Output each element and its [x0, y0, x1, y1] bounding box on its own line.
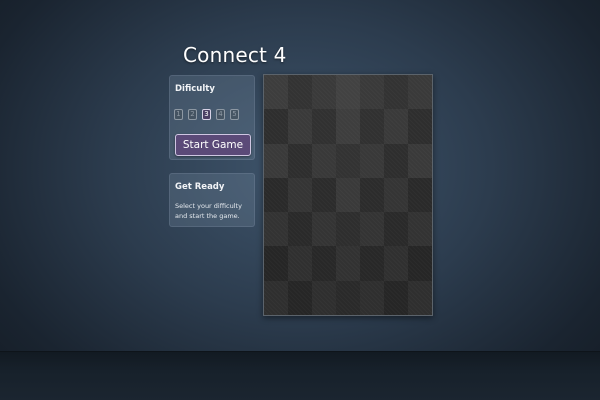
difficulty-level-2[interactable]: 2 [188, 109, 197, 120]
board-cell[interactable] [264, 109, 288, 144]
board-cell[interactable] [264, 177, 288, 213]
board-cell[interactable] [360, 280, 384, 315]
board-cell[interactable] [288, 246, 312, 281]
board-cell[interactable] [384, 109, 408, 144]
board-cell[interactable] [384, 75, 408, 110]
board-cell[interactable] [288, 212, 312, 247]
game-title: Connect 4 [183, 43, 287, 67]
difficulty-panel: Dificulty 1 2 3 4 5 Start Game [169, 75, 255, 160]
game-board [263, 74, 433, 316]
board-cell[interactable] [384, 280, 408, 315]
status-message: Select your difficulty and start the gam… [175, 202, 242, 220]
board-cell[interactable] [360, 109, 384, 144]
board-cell[interactable] [336, 280, 360, 315]
board-cell[interactable] [336, 109, 360, 144]
difficulty-level-1[interactable]: 1 [174, 109, 183, 120]
board-cell[interactable] [288, 280, 312, 315]
board-cell[interactable] [408, 246, 432, 281]
board-cell[interactable] [360, 177, 384, 213]
board-cell[interactable] [288, 177, 312, 213]
board-cell[interactable] [312, 212, 336, 247]
board-cell[interactable] [360, 246, 384, 281]
board-cell[interactable] [384, 212, 408, 247]
board-cell[interactable] [408, 177, 432, 213]
board-cell[interactable] [288, 109, 312, 144]
board-cell[interactable] [336, 75, 360, 110]
board-cell[interactable] [288, 75, 312, 110]
board-cell[interactable] [264, 75, 288, 110]
difficulty-level-4[interactable]: 4 [216, 109, 225, 120]
board-cell[interactable] [336, 177, 360, 213]
difficulty-selector: 1 2 3 4 5 [174, 109, 239, 120]
floor-backdrop [0, 351, 600, 400]
board-cell[interactable] [336, 246, 360, 281]
board-cell[interactable] [360, 143, 384, 178]
status-heading: Get Ready [175, 182, 225, 192]
board-cell[interactable] [408, 75, 432, 110]
board-cell[interactable] [408, 280, 432, 315]
status-panel: Get Ready Select your difficulty and sta… [169, 173, 255, 227]
start-game-button[interactable]: Start Game [175, 134, 251, 156]
difficulty-level-5[interactable]: 5 [230, 109, 239, 120]
difficulty-heading: Dificulty [175, 84, 215, 94]
board-cell[interactable] [264, 246, 288, 281]
board-cell[interactable] [384, 246, 408, 281]
board-cell[interactable] [336, 212, 360, 247]
board-cell[interactable] [288, 143, 312, 178]
board-cell[interactable] [360, 212, 384, 247]
board-cell[interactable] [408, 143, 432, 178]
board-cell[interactable] [264, 143, 288, 178]
board-cell[interactable] [264, 280, 288, 315]
board-cell[interactable] [312, 246, 336, 281]
board-cell[interactable] [408, 212, 432, 247]
board-cell[interactable] [360, 75, 384, 110]
board-cell[interactable] [264, 212, 288, 247]
board-cell[interactable] [384, 143, 408, 178]
board-cell[interactable] [312, 177, 336, 213]
board-cell[interactable] [384, 177, 408, 213]
board-cell[interactable] [408, 109, 432, 144]
board-cell[interactable] [336, 143, 360, 178]
board-cell[interactable] [312, 75, 336, 110]
difficulty-level-3[interactable]: 3 [202, 109, 211, 120]
board-cell[interactable] [312, 280, 336, 315]
board-cell[interactable] [312, 109, 336, 144]
board-cell[interactable] [312, 143, 336, 178]
